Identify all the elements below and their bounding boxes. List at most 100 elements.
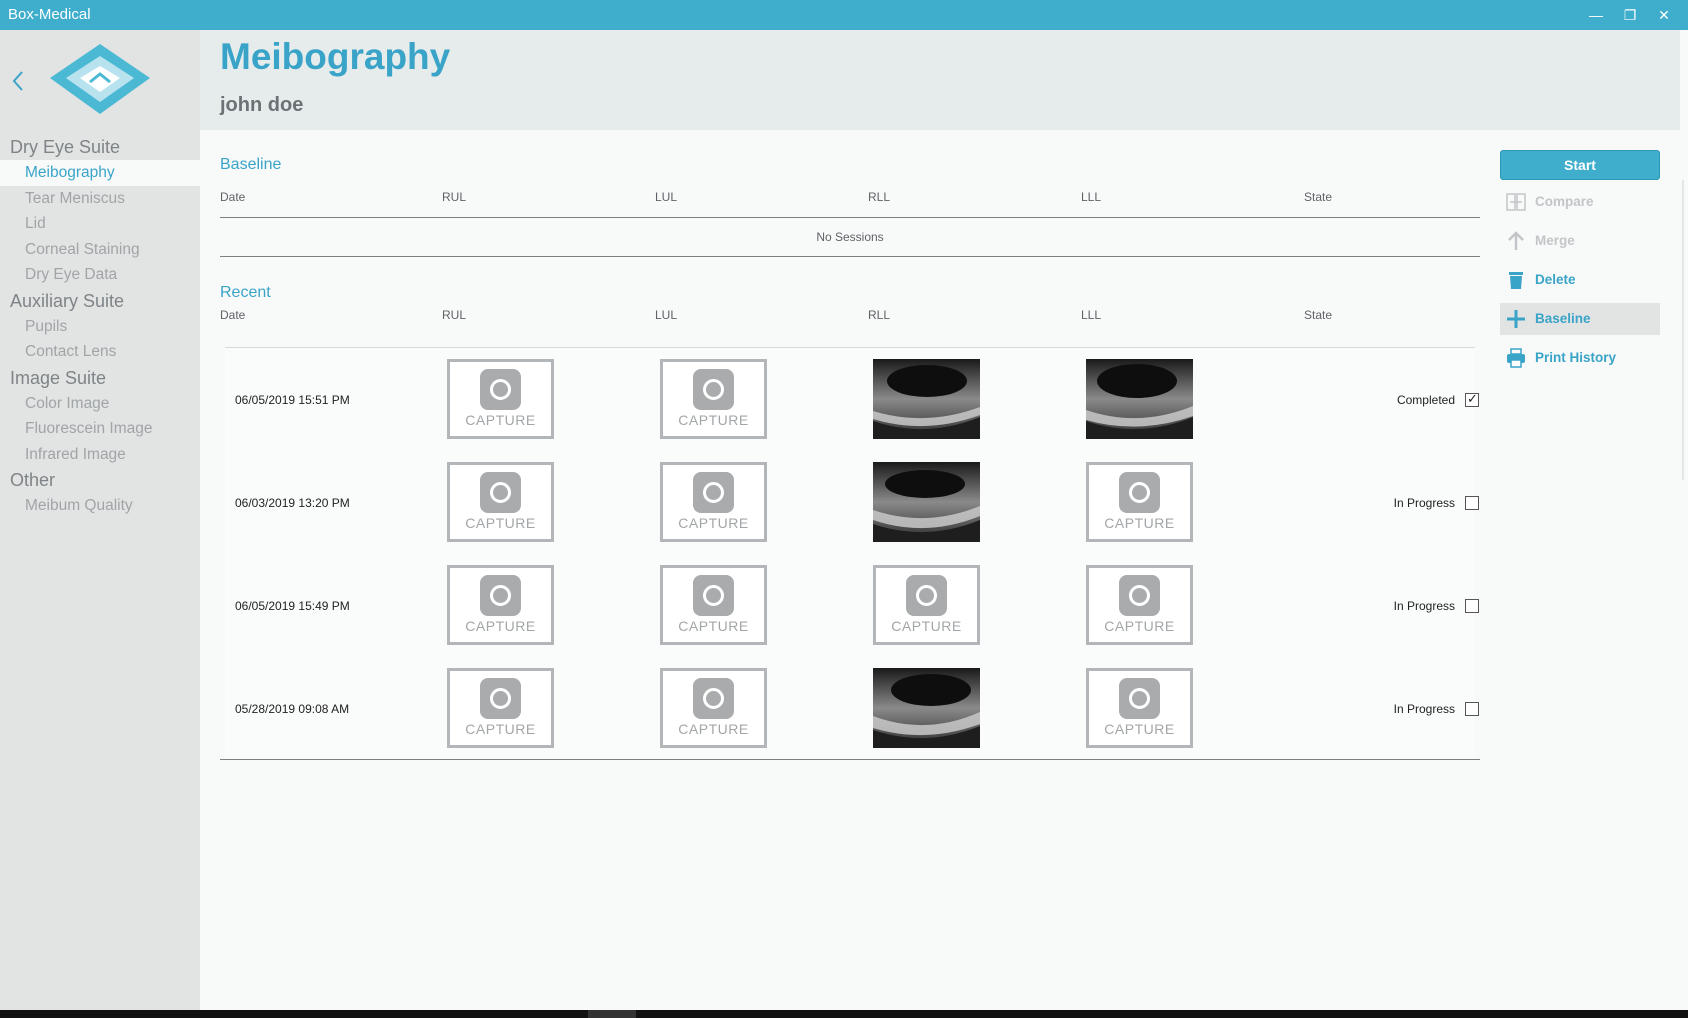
rll-capture-placeholder[interactable]: CAPTURE [873, 565, 980, 645]
camera-icon [693, 575, 734, 616]
session-date: 06/03/2019 13:20 PM [235, 496, 350, 510]
session-checkbox[interactable] [1465, 599, 1479, 613]
session-state: In Progress [1393, 599, 1455, 613]
camera-icon [480, 369, 521, 410]
capture-label: CAPTURE [678, 412, 749, 428]
capture-label: CAPTURE [678, 618, 749, 634]
merge-icon [1508, 231, 1524, 250]
page-header: Meibography john doe [200, 30, 1680, 130]
rul-capture-placeholder[interactable]: CAPTURE [447, 359, 554, 439]
camera-icon [693, 678, 734, 719]
lul-capture-placeholder[interactable]: CAPTURE [660, 565, 767, 645]
nav-section-dry-eye-suite: Dry Eye Suite [10, 137, 121, 157]
session-checkbox[interactable] [1465, 496, 1479, 510]
capture-label: CAPTURE [1104, 721, 1175, 737]
sidebar-item-tear-meniscus[interactable]: Tear Meniscus [0, 186, 200, 212]
taskbar [0, 1010, 1688, 1018]
sidebar-nav: Dry Eye Suite Meibography Tear Meniscus Lid… [0, 134, 200, 519]
sidebar-item-dry-eye-data[interactable]: Dry Eye Data [0, 262, 200, 288]
start-button[interactable]: Start [1500, 150, 1660, 180]
camera-icon [480, 472, 521, 513]
lll-eye-image[interactable] [1086, 359, 1193, 439]
sidebar: Dry Eye Suite Meibography Tear Meniscus Lid… [0, 30, 200, 1010]
compare-icon [1506, 193, 1526, 211]
camera-icon [1119, 575, 1160, 616]
action-label: Compare [1535, 194, 1594, 209]
table-row[interactable]: 06/03/2019 13:20 PM CAPTURE CAPTURE CAPTUR… [225, 451, 1479, 554]
baseline-header-state: State [1304, 190, 1333, 204]
recent-header-state: State [1304, 308, 1333, 322]
taskbar-item[interactable] [588, 1010, 636, 1018]
app-logo [50, 44, 150, 114]
merge-button[interactable]: Merge [1500, 225, 1660, 257]
session-state: In Progress [1393, 496, 1455, 510]
sidebar-item-lid[interactable]: Lid [0, 211, 200, 237]
session-date: 05/28/2019 09:08 AM [235, 702, 350, 716]
page-title: Meibography [220, 36, 451, 77]
table-row[interactable]: 06/05/2019 15:51 PM CAPTURE CAPTURE Comple… [225, 348, 1479, 451]
lul-capture-placeholder[interactable]: CAPTURE [660, 462, 767, 542]
divider [220, 217, 1480, 218]
plus-icon [1507, 310, 1525, 328]
baseline-button[interactable]: Baseline [1500, 303, 1660, 335]
nav-section-image-suite: Image Suite [10, 367, 107, 388]
nav-section-auxiliary-suite: Auxiliary Suite [10, 290, 125, 311]
rll-eye-image[interactable] [873, 668, 980, 748]
divider [220, 256, 1480, 257]
sidebar-item-corneal-staining[interactable]: Corneal Staining [0, 237, 200, 263]
camera-icon [480, 678, 521, 719]
action-label: Merge [1535, 233, 1575, 248]
printer-icon [1507, 348, 1525, 368]
compare-button[interactable]: Compare [1500, 186, 1660, 218]
rul-capture-placeholder[interactable]: CAPTURE [447, 565, 554, 645]
trash-icon [1509, 272, 1523, 289]
recent-title: Recent [220, 284, 271, 301]
lul-capture-placeholder[interactable]: CAPTURE [660, 668, 767, 748]
title-bar: Box-Medical — ❐ ✕ [0, 0, 1688, 30]
close-button[interactable]: ✕ [1650, 4, 1678, 26]
chevron-left-icon [12, 71, 23, 91]
capture-label: CAPTURE [465, 721, 536, 737]
lll-capture-placeholder[interactable]: CAPTURE [1086, 462, 1193, 542]
sidebar-item-pupils[interactable]: Pupils [0, 314, 200, 340]
session-checkbox[interactable] [1465, 391, 1479, 407]
back-button[interactable] [8, 66, 28, 96]
sidebar-item-fluorescein-image[interactable]: Fluorescein Image [0, 416, 200, 442]
table-row[interactable]: 06/05/2019 15:49 PM CAPTURE CAPTURE CAPTURE… [225, 554, 1479, 657]
sidebar-item-meibum-quality[interactable]: Meibum Quality [0, 493, 200, 519]
no-sessions-text: No Sessions [816, 230, 884, 244]
sidebar-item-infrared-image[interactable]: Infrared Image [0, 442, 200, 468]
restore-button[interactable]: ❐ [1616, 4, 1644, 26]
capture-label: CAPTURE [678, 515, 749, 531]
delete-button[interactable]: Delete [1500, 264, 1660, 296]
table-row[interactable]: 05/28/2019 09:08 AM CAPTURE CAPTURE CAPTUR… [225, 657, 1479, 760]
lll-capture-placeholder[interactable]: CAPTURE [1086, 668, 1193, 748]
recent-header-lll: LLL [1081, 308, 1102, 322]
session-state: Completed [1396, 393, 1455, 407]
baseline-header-rul: RUL [442, 190, 467, 204]
baseline-header-lll: LLL [1081, 190, 1102, 204]
scrollbar[interactable] [1682, 180, 1684, 480]
lll-capture-placeholder[interactable]: CAPTURE [1086, 565, 1193, 645]
rul-capture-placeholder[interactable]: CAPTURE [447, 668, 554, 748]
capture-label: CAPTURE [465, 515, 536, 531]
camera-icon [906, 575, 947, 616]
capture-label: CAPTURE [678, 721, 749, 737]
rul-capture-placeholder[interactable]: CAPTURE [447, 462, 554, 542]
camera-icon [693, 369, 734, 410]
sidebar-item-color-image[interactable]: Color Image [0, 391, 200, 417]
rll-eye-image[interactable] [873, 462, 980, 542]
rll-eye-image[interactable] [873, 359, 980, 439]
session-date: 06/05/2019 15:51 PM [235, 393, 350, 407]
minimize-button[interactable]: — [1582, 4, 1610, 26]
camera-icon [1119, 678, 1160, 719]
sidebar-item-meibography[interactable]: Meibography [0, 160, 200, 186]
action-label: Delete [1535, 272, 1576, 287]
sidebar-item-contact-lens[interactable]: Contact Lens [0, 339, 200, 365]
session-checkbox[interactable] [1465, 702, 1479, 716]
lul-capture-placeholder[interactable]: CAPTURE [660, 359, 767, 439]
print-history-button[interactable]: Print History [1500, 342, 1660, 374]
capture-label: CAPTURE [465, 412, 536, 428]
recent-header-lul: LUL [655, 308, 678, 322]
divider [220, 759, 1480, 760]
